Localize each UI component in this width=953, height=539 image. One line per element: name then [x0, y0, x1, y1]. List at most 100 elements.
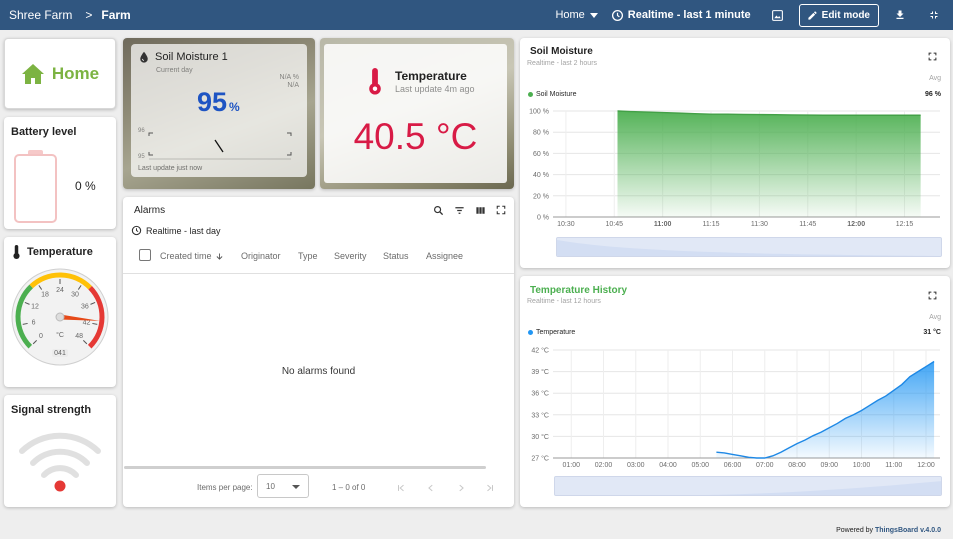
- pencil-icon: [808, 10, 817, 20]
- x-tick-label: 06:00: [724, 462, 742, 469]
- column-status[interactable]: Status: [383, 251, 409, 261]
- temperature-gauge-widget: Temperature 0 6 12 18 24 30 36 42 48 °C 041: [4, 237, 116, 387]
- y-tick-label: 60 %: [533, 151, 549, 158]
- breadcrumb-root[interactable]: Shree Farm: [9, 8, 72, 22]
- arrow-down-icon: [216, 253, 222, 260]
- x-tick-label: 12:00: [847, 221, 865, 228]
- temp-card-title: Temperature: [395, 69, 467, 83]
- gauge-tick-label: 18: [41, 292, 49, 299]
- last-page-icon[interactable]: [485, 483, 495, 493]
- chevron-down-icon: [589, 12, 598, 18]
- soil-moisture-chart: 0 % 20 % 40 % 60 % 80 % 100 % 10:30 10:45 11:00 1…: [529, 109, 940, 228]
- timewindow-button[interactable]: Realtime - last 1 minute: [611, 9, 751, 22]
- filter-icon[interactable]: [454, 205, 465, 216]
- soil-chart-subtitle: Realtime - last 2 hours: [527, 60, 598, 67]
- soil-card-footer: Last update just now: [138, 165, 203, 172]
- top-toolbar: Shree Farm > Farm Home Realtime - last 1…: [0, 0, 953, 30]
- temp-chart-legend-value: 31 °C: [923, 329, 941, 336]
- image-icon: [772, 9, 784, 21]
- x-tick-label: 10:45: [606, 221, 624, 228]
- home-widget[interactable]: Home: [4, 38, 116, 109]
- soil-card-na1: N/A %: [279, 74, 299, 81]
- x-tick-label: 12:00: [917, 462, 935, 469]
- alarms-empty-text: No alarms found: [281, 366, 356, 377]
- soil-card-title: Soil Moisture 1: [155, 51, 228, 63]
- column-type[interactable]: Type: [298, 251, 318, 261]
- x-tick-label: 03:00: [627, 462, 645, 469]
- y-tick-label: 33 °C: [531, 411, 549, 419]
- x-tick-label: 01:00: [563, 462, 581, 469]
- x-tick-label: 12:15: [896, 221, 914, 228]
- download-button[interactable]: [887, 2, 913, 28]
- column-originator[interactable]: Originator: [241, 251, 281, 261]
- soil-moisture-chart-widget: Soil Moisture Realtime - last 2 hours Av…: [520, 38, 950, 268]
- alarms-timewindow[interactable]: Realtime - last day: [131, 225, 221, 236]
- powered-by-prefix: Powered by: [836, 527, 874, 534]
- home-label: Home: [51, 63, 100, 83]
- column-assignee[interactable]: Assignee: [426, 251, 463, 261]
- x-tick-label: 04:00: [659, 462, 677, 469]
- y-tick-label: 80 %: [533, 130, 549, 137]
- x-tick-label: 09:00: [821, 462, 839, 469]
- temp-card-value: 40.5 °C: [353, 116, 478, 157]
- first-page-icon[interactable]: [396, 483, 406, 493]
- legend-marker: [528, 330, 533, 335]
- soil-chart-zoom-slider[interactable]: [556, 237, 942, 257]
- gauge-title: Temperature: [27, 246, 93, 258]
- series-area: [716, 361, 935, 458]
- temp-chart-title: Temperature History: [530, 285, 628, 296]
- x-tick-label: 05:00: [692, 462, 710, 469]
- gauge-tick-label: 48: [75, 333, 83, 340]
- select-all-checkbox[interactable]: [139, 249, 151, 261]
- soil-chart-title: Soil Moisture: [530, 46, 593, 57]
- breadcrumb-separator: >: [85, 8, 93, 22]
- horizontal-scrollbar[interactable]: [124, 466, 486, 469]
- edit-mode-button[interactable]: Edit mode: [798, 3, 879, 27]
- x-tick-label: 08:00: [788, 462, 806, 469]
- download-icon: [896, 10, 904, 19]
- previous-page-icon[interactable]: [426, 483, 436, 493]
- soil-moisture-card: Soil Moisture 1 Current day 95% N/A % N/…: [123, 38, 315, 189]
- search-icon[interactable]: [433, 205, 444, 216]
- fullscreen-icon[interactable]: [928, 291, 937, 300]
- items-per-page-select[interactable]: 10: [257, 474, 309, 498]
- thermometer-icon: [369, 68, 381, 95]
- columns-icon[interactable]: [475, 205, 486, 216]
- y-tick-label: 100 %: [529, 109, 549, 116]
- battery-icon: [14, 150, 57, 223]
- zoom-preview: [557, 238, 941, 256]
- zoom-preview: [555, 477, 941, 495]
- temp-chart-legend[interactable]: Temperature: [528, 329, 575, 336]
- timewindow-label: Realtime - last 1 minute: [627, 9, 751, 21]
- soil-chart-aggregation: Avg: [929, 75, 941, 82]
- table-header-divider: [123, 273, 514, 274]
- temperature-panel: Temperature Last update 4m ago 40.5 °C: [324, 44, 507, 183]
- fullscreen-icon[interactable]: [928, 52, 937, 61]
- soil-card-value: 95: [197, 87, 228, 117]
- x-tick-label: 11:15: [703, 221, 720, 228]
- soil-card-unit: %: [229, 100, 240, 114]
- exit-fullscreen-button[interactable]: [921, 2, 947, 28]
- temperature-gauge: 0612182430364248°C041: [11, 268, 109, 366]
- x-tick-label: 02:00: [595, 462, 613, 469]
- soil-chart-legend[interactable]: Soil Moisture: [528, 91, 576, 98]
- column-severity[interactable]: Severity: [334, 251, 367, 261]
- fullscreen-exit-icon: [930, 11, 938, 19]
- temp-chart-zoom-slider[interactable]: [554, 476, 942, 496]
- next-page-icon[interactable]: [456, 483, 466, 493]
- temperature-history-chart: 27 °C 30 °C 33 °C 36 °C 39 °C 42 °C 01:00 02:00…: [531, 347, 940, 469]
- gauge-tick-label: 30: [71, 292, 79, 299]
- image-export-button[interactable]: [765, 2, 791, 28]
- thingsboard-link[interactable]: ThingsBoard v.4.0.0: [875, 527, 941, 534]
- temp-chart-aggregation: Avg: [929, 314, 941, 321]
- fullscreen-icon[interactable]: [496, 205, 506, 215]
- state-select-value: Home: [555, 9, 585, 21]
- column-created-time[interactable]: Created time: [160, 251, 224, 261]
- items-per-page-value: 10: [266, 481, 275, 491]
- state-select[interactable]: Home: [555, 9, 598, 21]
- x-tick-label: 10:00: [853, 462, 871, 469]
- gauge-tick-label: 24: [56, 287, 64, 294]
- pagination-range: 1 – 0 of 0: [332, 483, 366, 492]
- legend-label: Temperature: [536, 329, 576, 336]
- gauge-value: 041: [54, 350, 66, 357]
